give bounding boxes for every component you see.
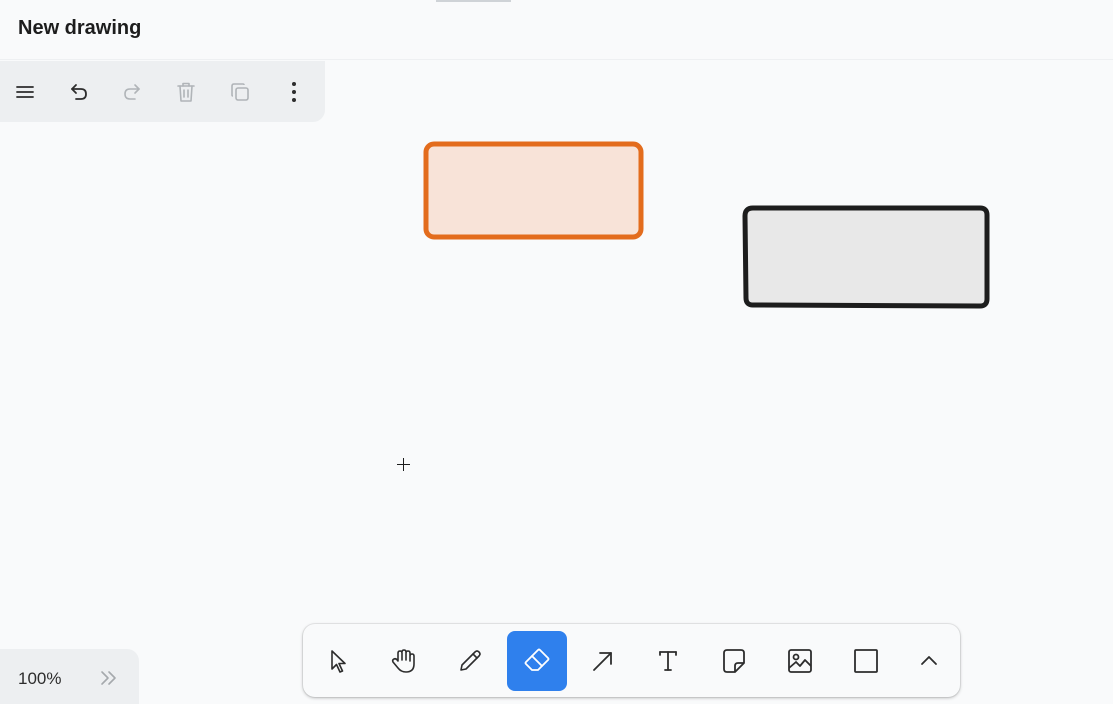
menu-button[interactable]: [8, 75, 42, 109]
crosshair-icon: [397, 458, 410, 471]
tool-palette: [303, 624, 960, 697]
pencil-icon: [460, 650, 481, 671]
undo-button[interactable]: [62, 75, 96, 109]
image-icon: [788, 649, 812, 673]
orange-rectangle-shape[interactable]: [423, 141, 644, 240]
pointer-icon: [331, 650, 346, 673]
arrow-tool-button[interactable]: [573, 631, 633, 691]
black-rectangle-shape[interactable]: [742, 205, 990, 309]
text-icon: [659, 651, 677, 671]
eraser-tool-button[interactable]: [507, 631, 567, 691]
draw-tool-button[interactable]: [440, 631, 500, 691]
app-window: New drawing 100%: [0, 0, 1113, 704]
undo-icon: [71, 84, 87, 100]
redo-button[interactable]: [115, 75, 149, 109]
rectangle-icon: [854, 649, 878, 673]
duplicate-button[interactable]: [223, 75, 257, 109]
arrow-icon: [593, 652, 612, 671]
redo-icon: [124, 84, 140, 100]
top-toolbar: [0, 61, 325, 122]
more-vertical-icon: [292, 82, 296, 102]
hamburger-icon: [16, 86, 34, 98]
trash-icon: [177, 82, 195, 102]
double-chevron-right-icon: [101, 671, 116, 685]
select-tool-button[interactable]: [309, 631, 369, 691]
hand-tool-button[interactable]: [374, 631, 434, 691]
text-tool-button[interactable]: [638, 631, 698, 691]
more-button[interactable]: [277, 75, 311, 109]
zoom-panel: 100%: [0, 649, 139, 704]
note-tool-button[interactable]: [704, 631, 764, 691]
rectangle-tool-button[interactable]: [836, 631, 896, 691]
delete-button[interactable]: [169, 75, 203, 109]
sticky-note-icon: [723, 649, 745, 673]
hand-icon: [391, 649, 415, 673]
expand-minimap-button[interactable]: [98, 667, 120, 689]
eraser-icon: [524, 648, 550, 671]
asset-tool-button[interactable]: [770, 631, 830, 691]
zoom-level[interactable]: 100%: [18, 669, 61, 689]
duplicate-icon: [231, 83, 249, 101]
more-tools-button[interactable]: [899, 631, 959, 691]
chevron-up-icon: [921, 656, 937, 665]
